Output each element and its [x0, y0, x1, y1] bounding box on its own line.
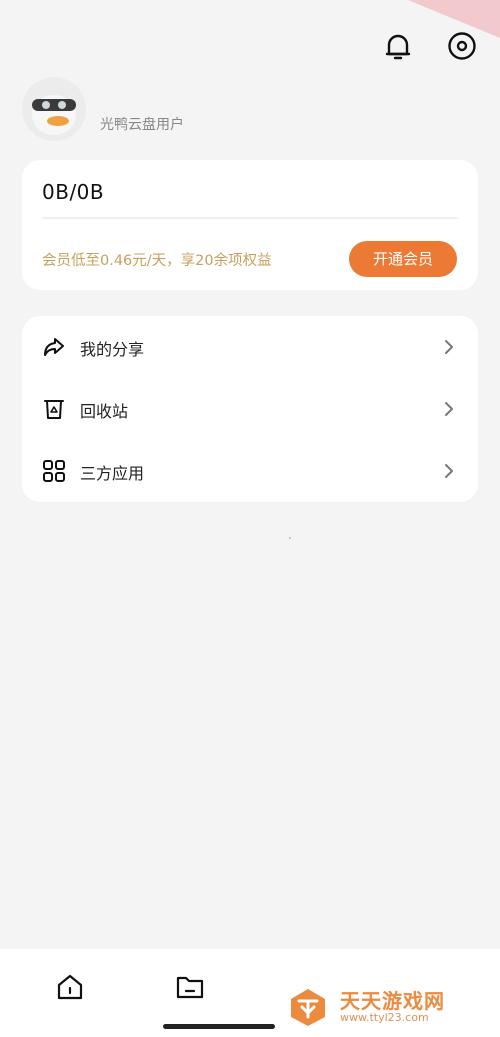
duck-avatar-icon: [32, 95, 76, 135]
menu-item-label: 回收站: [80, 402, 129, 421]
home-icon[interactable]: [54, 971, 86, 1003]
settings-icon[interactable]: [444, 28, 480, 64]
chevron-right-icon: [442, 338, 456, 356]
chevron-right-icon: [442, 462, 456, 480]
chevron-right-icon: [442, 400, 456, 418]
folder-icon[interactable]: [174, 971, 206, 1003]
menu-item-label: 三方应用: [80, 464, 145, 483]
bell-icon[interactable]: [380, 28, 416, 64]
menu-item-recycle-bin[interactable]: 回收站: [22, 378, 478, 440]
avatar[interactable]: [22, 77, 86, 141]
apps-grid-icon: [42, 459, 66, 483]
stray-dot: [289, 537, 291, 539]
membership-promo-text: 会员低至0.46元/天，享20余项权益: [42, 253, 272, 269]
watermark: 天天游戏网 www.ttyl23.com: [288, 985, 468, 1031]
open-membership-button[interactable]: 开通会员: [349, 241, 457, 277]
watermark-url: www.ttyl23.com: [340, 1011, 429, 1024]
menu-item-label: 我的分享: [80, 340, 145, 359]
storage-progress-bar: [42, 217, 458, 219]
menu-item-my-share[interactable]: 我的分享: [22, 316, 478, 378]
menu-item-third-party-apps[interactable]: 三方应用: [22, 440, 478, 502]
storage-value: 0B/0B: [42, 180, 105, 204]
recycle-bin-icon: [42, 397, 66, 421]
watermark-title: 天天游戏网: [340, 989, 445, 1013]
share-icon: [42, 335, 66, 359]
username: 光鸭云盘用户: [100, 117, 184, 133]
watermark-logo-icon: [288, 987, 328, 1027]
menu-card: 我的分享 回收站 三方应用: [22, 316, 478, 502]
home-indicator[interactable]: [163, 1024, 275, 1029]
storage-card: 0B/0B 会员低至0.46元/天，享20余项权益 开通会员: [22, 160, 478, 290]
